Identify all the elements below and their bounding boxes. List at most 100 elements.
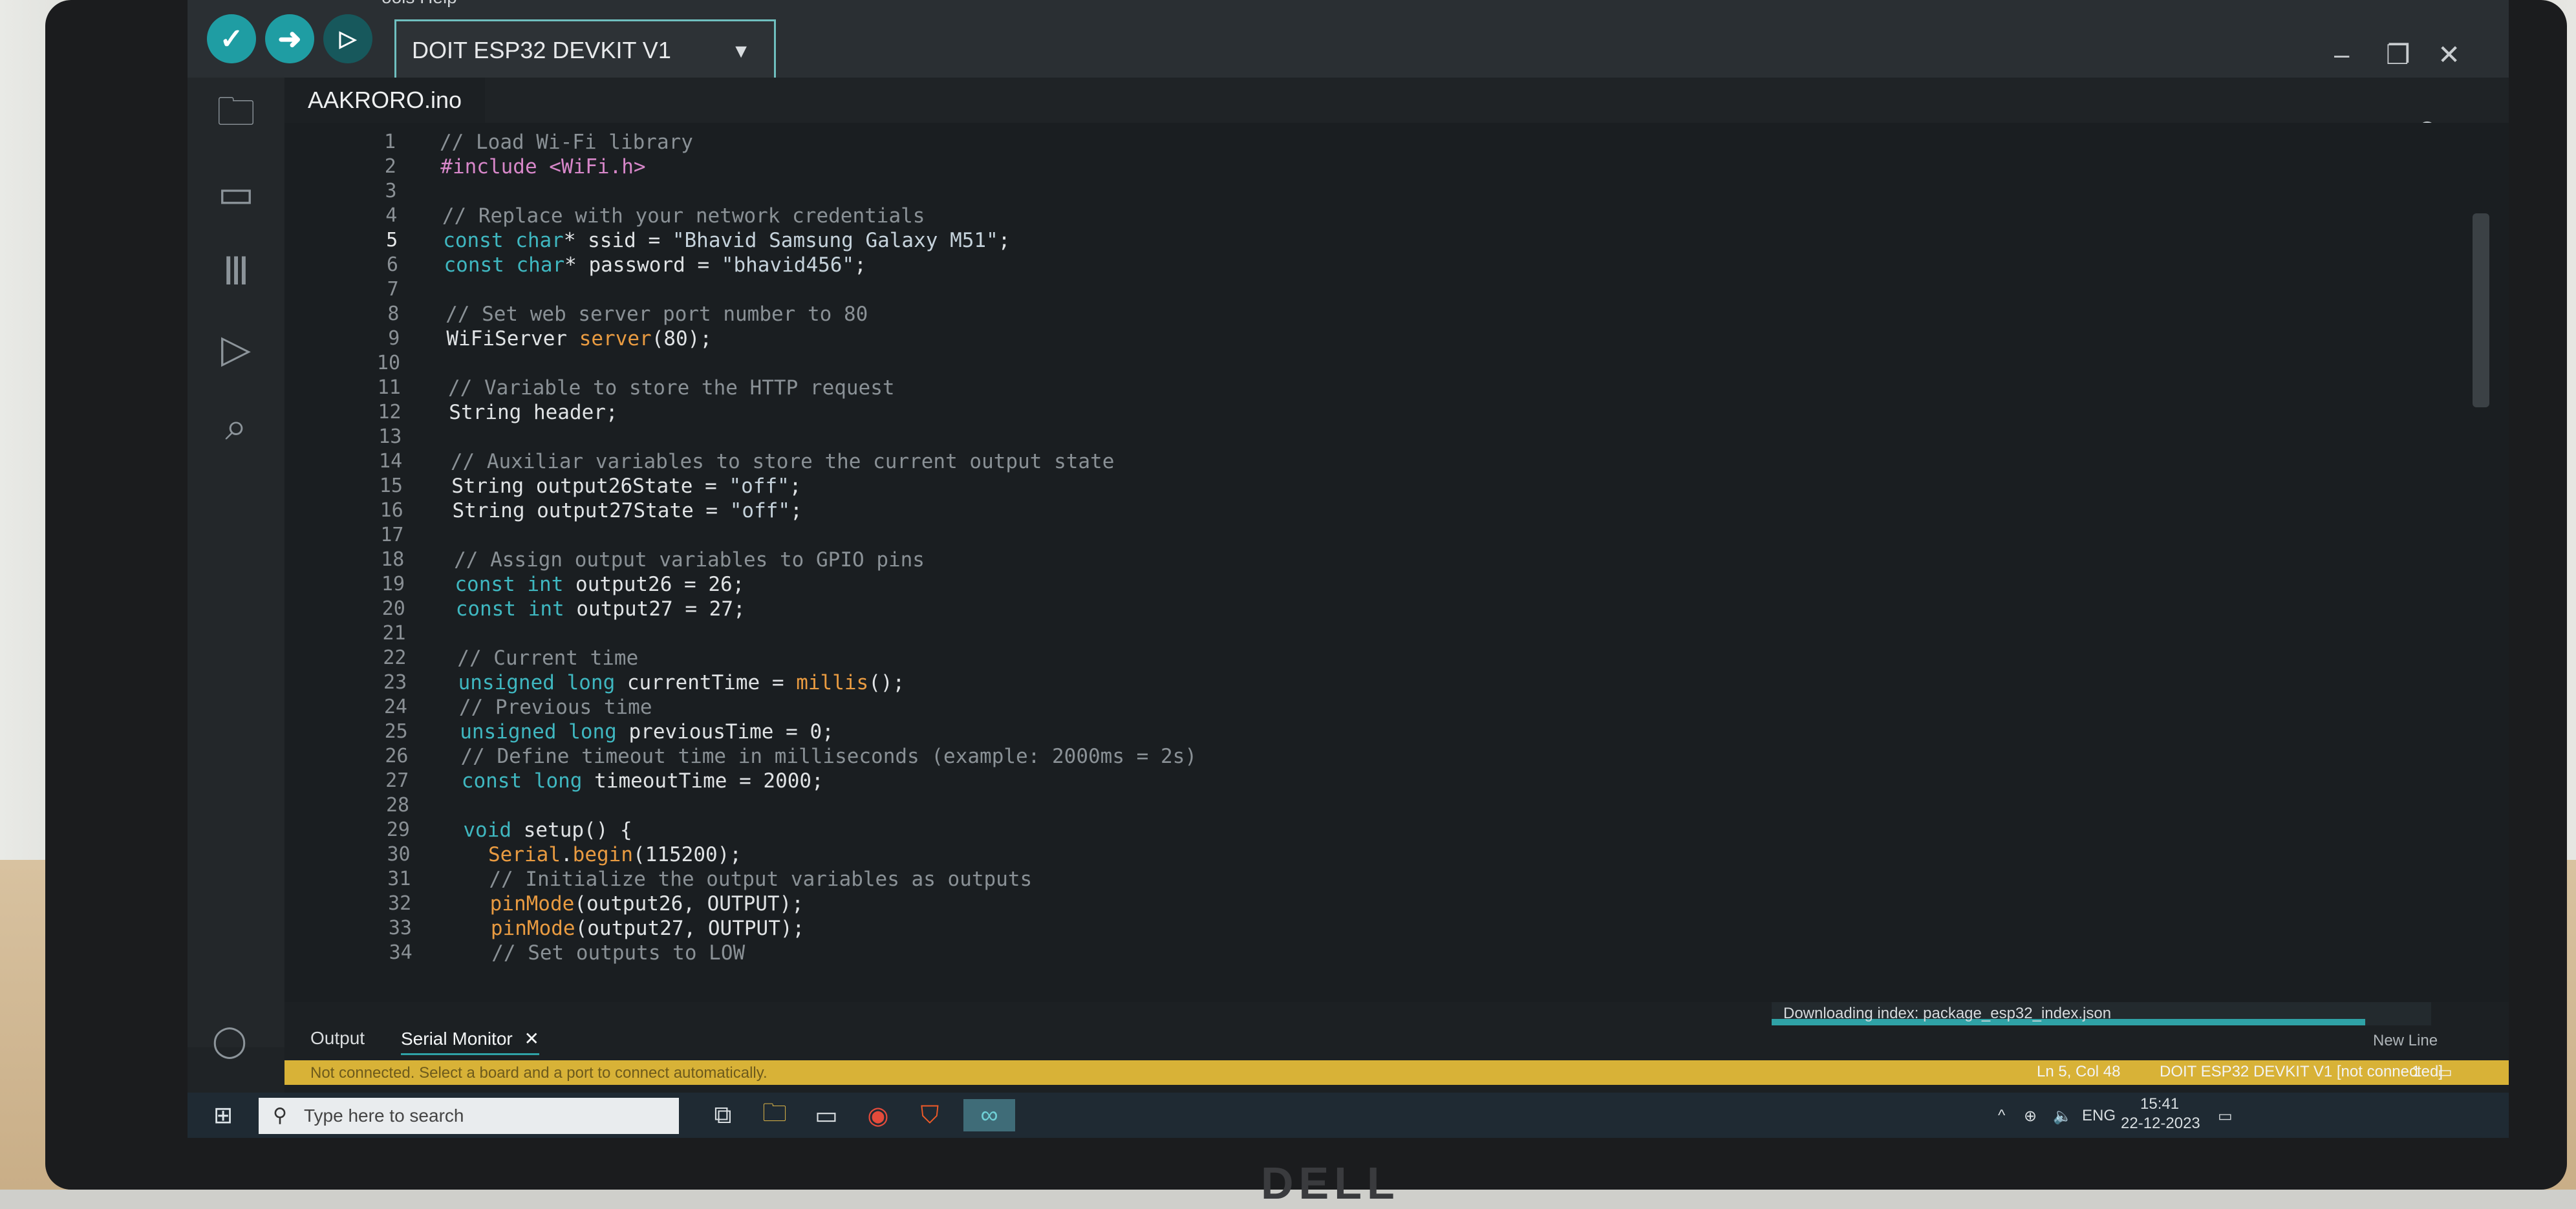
line-number: 29 [386,818,410,841]
tab-serial-monitor[interactable]: Serial Monitor ✕ [401,1028,539,1055]
menu-bar[interactable]: ools Help [381,0,457,7]
line-number: 3 [385,180,397,202]
cursor-position[interactable]: Ln 5, Col 48 [2037,1063,2120,1081]
line-number: 2 [384,155,396,178]
code-line[interactable]: // Initialize the output variables as ou… [465,868,1032,891]
board-selector-label: DOIT ESP32 DEVKIT V1 [412,37,671,63]
line-number: 25 [384,720,408,743]
code-line[interactable]: // Current time [457,647,638,670]
tray-chevron-icon[interactable]: ^ [1998,1107,2005,1125]
debug-icon[interactable]: ▷ [210,323,262,375]
code-line[interactable]: Serial.begin(115200); [464,843,742,866]
account-icon[interactable]: ◯ [204,1015,255,1067]
line-number: 21 [382,622,406,645]
search-icon[interactable]: ⌕ [210,401,262,453]
check-icon: ✓ [219,23,244,55]
line-number: 4 [385,204,398,227]
minimize-button[interactable]: – [2334,39,2349,70]
line-number-gutter: 1 2 3 4 5 6 7 8 9 10 11 12 13 14 15 16 17 18 19 20 21 22 23 24 2… [284,123,414,1002]
clock-date[interactable]: 22-12-2023 [2121,1115,2200,1133]
brave-icon[interactable]: ⛉ [912,1099,948,1131]
line-number: 14 [379,450,403,473]
code-line[interactable]: // Variable to store the HTTP request [448,376,895,400]
line-ending-select[interactable]: New Line [2373,1032,2438,1050]
folder-icon[interactable]: 🗀 [210,90,262,142]
code-line[interactable]: const int output27 = 27; [456,597,746,621]
board-selector[interactable]: DOIT ESP32 DEVKIT V1 ▼ [394,19,776,81]
code-line[interactable]: // Previous time [459,696,652,719]
clock-time[interactable]: 15:41 [2140,1095,2179,1113]
volume-icon[interactable]: 🔈 [2053,1107,2072,1126]
close-button[interactable]: ✕ [2438,39,2460,70]
code-line[interactable]: pinMode(output26, OUTPUT); [466,892,804,915]
board-status[interactable]: DOIT ESP32 DEVKIT V1 [not connected] [2160,1063,2443,1081]
title-bar: ools Help ✓ ➜ ▷ DOIT ESP32 DEVKIT V1 ▼ –… [188,0,2509,81]
search-icon: ⚲ [273,1105,287,1126]
code-line[interactable]: const int output26 = 26; [455,573,744,596]
code-line[interactable]: const char* ssid = "Bhavid Samsung Galax… [443,229,1010,252]
line-number: 30 [387,843,411,866]
terminal-icon[interactable]: ▭ [808,1099,844,1131]
line-number: 17 [380,524,404,546]
notification-count[interactable]: 1 [2412,1063,2420,1081]
code-line[interactable]: // Set web server port number to 80 [445,303,868,326]
tab-serial-monitor-label: Serial Monitor [401,1029,513,1049]
maximize-button[interactable]: ❐ [2386,39,2410,70]
chrome-icon[interactable]: ◉ [860,1099,896,1131]
progress-text: Downloading index: package_esp32_index.j… [1783,1005,2112,1022]
line-number: 24 [383,696,407,718]
upload-button[interactable]: ➜ [265,14,314,63]
line-number: 18 [381,548,405,571]
verify-button[interactable]: ✓ [207,14,256,63]
line-number: 27 [385,769,409,792]
code-line[interactable]: unsigned long currentTime = millis(); [458,671,905,694]
code-line[interactable]: void setup() { [463,818,632,842]
editor-scrollbar[interactable] [2473,213,2489,407]
code-line[interactable]: // Load Wi-Fi library [440,131,693,154]
panel-toggle-icon[interactable]: ▭ [2438,1063,2453,1082]
line-number: 32 [388,892,412,915]
file-explorer-icon[interactable]: 🗀 [757,1099,793,1131]
line-number: 1 [383,131,396,153]
windows-start-icon[interactable]: ⊞ [213,1102,239,1128]
tab-output[interactable]: Output [310,1028,365,1049]
code-line[interactable]: // Auxiliar variables to store the curre… [451,450,1115,473]
line-number: 7 [387,278,399,301]
line-number: 6 [386,253,398,276]
code-line[interactable]: // Assign output variables to GPIO pins [454,548,925,572]
line-number: 11 [377,376,401,399]
line-number: 13 [378,425,402,448]
monitor-logo: DELL [1261,1158,1400,1208]
network-icon[interactable]: ⊕ [2024,1107,2037,1126]
line-number: 31 [387,868,411,890]
task-view-icon[interactable]: ⧉ [705,1099,741,1131]
language-indicator[interactable]: ENG [2082,1107,2116,1125]
debug-button[interactable]: ▷ [323,14,372,63]
code-line[interactable]: String output27State = "off"; [453,499,802,522]
code-line[interactable]: pinMode(output27, OUTPUT); [467,917,804,940]
debug-icon: ▷ [339,27,357,51]
taskbar-search[interactable]: ⚲ Type here to search [259,1098,679,1134]
code-line[interactable]: const char* password = "bhavid456"; [444,253,866,277]
line-number: 8 [387,303,400,325]
line-number: 15 [379,475,403,497]
code-line[interactable]: // Replace with your network credentials [442,204,925,228]
code-line[interactable]: const long timeoutTime = 2000; [462,769,824,793]
code-line[interactable]: unsigned long previousTime = 0; [460,720,834,744]
close-icon[interactable]: ✕ [524,1029,539,1049]
notification-center-icon[interactable]: ▭ [2218,1107,2233,1126]
code-line[interactable]: String output26State = "off"; [451,475,801,498]
boards-manager-icon[interactable]: ▭ [210,168,262,220]
code-line[interactable]: #include <WiFi.h> [440,155,645,178]
code-line[interactable]: // Define timeout time in milliseconds (… [461,745,1197,768]
arduino-ide-icon[interactable]: ∞ [963,1099,1015,1131]
library-icon[interactable]: Ⅲ [210,246,262,297]
line-number: 5 [386,229,398,251]
monitor-screen: ools Help ✓ ➜ ▷ DOIT ESP32 DEVKIT V1 ▼ –… [188,0,2509,1138]
code-line[interactable]: WiFiServer server(80); [446,327,712,350]
tab-sketch-file[interactable]: AAKRORO.ino [284,78,486,125]
code-editor[interactable]: 1 2 3 4 5 6 7 8 9 10 11 12 13 14 15 16 17 18 19 20 21 22 23 24 2… [284,123,2509,1002]
line-number: 33 [388,917,412,939]
code-line[interactable]: // Set outputs to LOW [467,941,745,965]
code-line[interactable]: String header; [449,401,617,424]
